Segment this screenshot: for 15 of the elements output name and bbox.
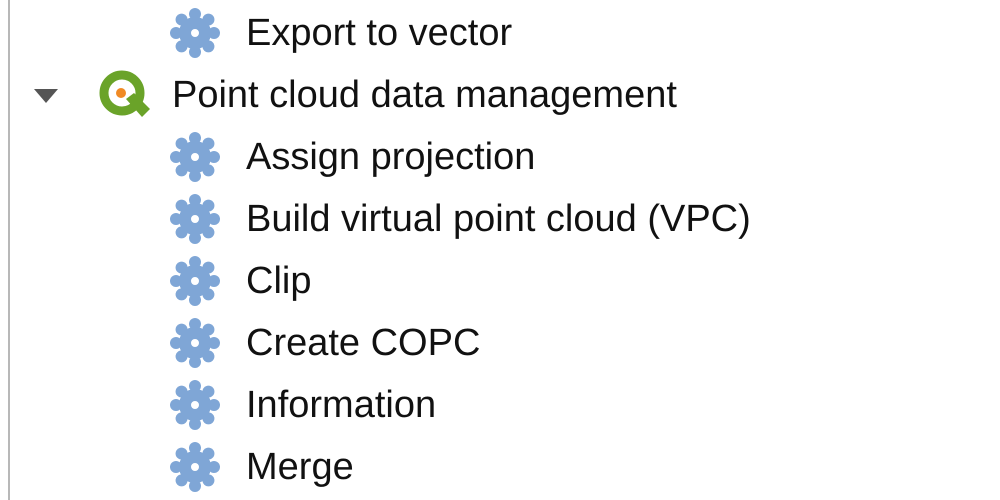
gear-icon <box>168 192 222 246</box>
gear-icon <box>168 6 222 60</box>
tree-item[interactable]: Export to vector <box>10 2 1000 64</box>
gear-icon <box>168 130 222 184</box>
tree-item[interactable]: Build virtual point cloud (VPC) <box>10 188 1000 250</box>
tree-group[interactable]: Point cloud data management <box>10 64 1000 126</box>
tree-item[interactable]: Information <box>10 374 1000 436</box>
tree-item[interactable]: Assign projection <box>10 126 1000 188</box>
gear-icon <box>168 254 222 308</box>
gear-icon <box>168 378 222 432</box>
tree-item[interactable]: Clip <box>10 250 1000 312</box>
gear-icon <box>168 440 222 494</box>
tree-item[interactable]: Merge <box>10 436 1000 498</box>
tree-item[interactable]: Create COPC <box>10 312 1000 374</box>
gear-icon <box>168 316 222 370</box>
